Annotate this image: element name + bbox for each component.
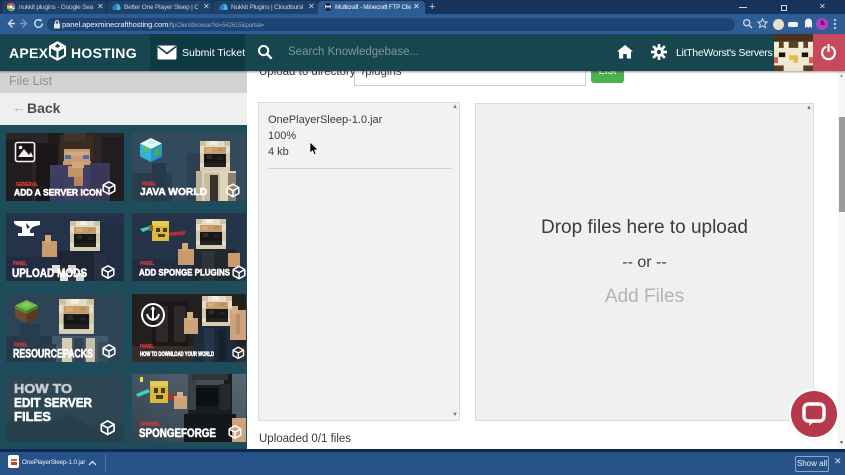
svg-text:HOW TO: HOW TO (14, 382, 72, 396)
svg-text:PANEL: PANEL (13, 261, 27, 267)
svg-text:HOW TO DOWNLOAD YOUR WORLD: HOW TO DOWNLOAD YOUR WORLD (140, 352, 214, 358)
svg-text:PANEL: PANEL (140, 344, 154, 350)
svg-text:UPLOAD MODS: UPLOAD MODS (12, 268, 87, 280)
svg-text:PANEL: PANEL (140, 261, 154, 267)
svg-text:CHANNEL: CHANNEL (140, 422, 160, 428)
svg-text:JAVA WORLD: JAVA WORLD (140, 186, 207, 198)
svg-text:FILES: FILES (14, 410, 51, 424)
svg-text:ADD A SERVER ICON: ADD A SERVER ICON (14, 188, 102, 199)
svg-text:EDIT SERVER: EDIT SERVER (14, 396, 92, 410)
svg-text:ADD SPONGE PLUGINS: ADD SPONGE PLUGINS (139, 268, 230, 279)
svg-text:RESOURCEPACKS: RESOURCEPACKS (13, 349, 93, 361)
svg-text:SPONGEFORGE: SPONGEFORGE (139, 428, 216, 440)
